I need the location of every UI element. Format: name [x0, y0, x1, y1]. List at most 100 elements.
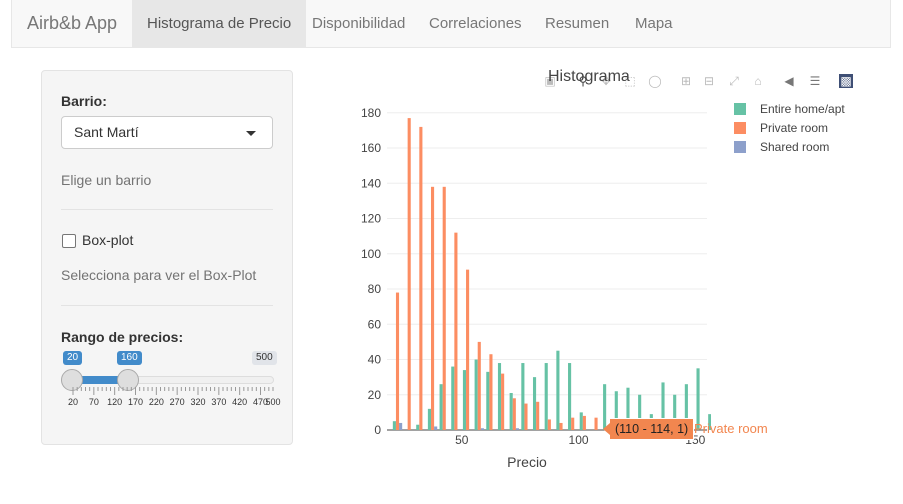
- plotly-logo-icon[interactable]: ▩: [839, 74, 853, 88]
- bar-shared-room: [399, 422, 403, 430]
- bar-entire-home-apt: [579, 412, 583, 430]
- range-from-badge: 20: [63, 351, 83, 365]
- x-axis-title: Precio: [507, 454, 547, 470]
- bar-entire-home-apt: [544, 363, 548, 430]
- tab-resumen[interactable]: Resumen: [530, 0, 624, 48]
- slider-ticks: [72, 387, 274, 395]
- legend-label: Shared room: [760, 140, 830, 154]
- bar-private-room: [571, 417, 575, 430]
- legend-swatch: [734, 141, 746, 153]
- bar-shared-room: [434, 426, 438, 430]
- chevron-down-icon: [246, 131, 256, 136]
- barrio-help-text: Elige un barrio: [61, 172, 152, 188]
- slider-tick-label: 220: [148, 397, 164, 407]
- range-label: Rango de precios:: [61, 329, 184, 345]
- tab-mapa[interactable]: Mapa: [620, 0, 688, 48]
- barrio-select[interactable]: Sant Martí: [61, 116, 273, 149]
- y-tick-label: 20: [368, 388, 382, 402]
- y-tick-label: 40: [368, 353, 382, 367]
- bar-entire-home-apt: [427, 408, 431, 430]
- bar-private-room: [559, 422, 563, 430]
- bar-private-room: [512, 398, 516, 430]
- home-icon[interactable]: ⌂: [751, 74, 765, 88]
- bar-entire-home-apt: [521, 363, 525, 430]
- legend-label: Entire home/apt: [760, 102, 845, 116]
- zoom-out-icon[interactable]: ⊟: [702, 74, 716, 88]
- compare-icon[interactable]: ☰: [808, 74, 822, 88]
- bar-entire-home-apt: [462, 370, 467, 430]
- y-tick-label: 0: [374, 423, 381, 437]
- slider-tick-label: 70: [88, 397, 99, 407]
- x-tick-label: 50: [455, 433, 469, 447]
- bar-private-room: [501, 373, 505, 430]
- bar-private-room: [524, 403, 528, 430]
- slider-tick-label: 270: [169, 397, 185, 407]
- bar-entire-home-apt: [392, 421, 396, 430]
- bar-private-room: [536, 401, 540, 430]
- legend-swatch: [734, 122, 746, 134]
- bar-private-room: [395, 292, 400, 430]
- range-max-badge: 500: [252, 351, 277, 365]
- boxplot-label[interactable]: Box-plot: [82, 232, 133, 248]
- range-to-badge: 160: [117, 351, 142, 365]
- slider-tick-label: 20: [67, 397, 79, 407]
- bar-entire-home-apt: [439, 384, 443, 430]
- bar-private-room: [419, 126, 423, 430]
- spike-lines-icon[interactable]: ◀: [782, 74, 796, 88]
- slider-tick-label: 170: [127, 397, 144, 407]
- slider-tick-label: 120: [107, 397, 123, 407]
- bar-entire-home-apt: [532, 377, 537, 430]
- barrio-selected-value: Sant Martí: [74, 124, 139, 140]
- bar-private-room: [407, 118, 411, 431]
- slider-tick-label: 500: [265, 397, 281, 407]
- legend-label: Private room: [760, 121, 829, 135]
- bar-entire-home-apt: [556, 350, 560, 430]
- y-tick-label: 140: [361, 176, 381, 190]
- bar-private-room: [430, 186, 435, 430]
- bar-entire-home-apt: [509, 392, 513, 430]
- y-tick-label: 100: [361, 247, 381, 261]
- app-brand[interactable]: Airb&b App: [27, 13, 117, 34]
- bar-shared-room: [515, 428, 519, 430]
- bar-private-room: [594, 417, 598, 430]
- tab-disponibilidad[interactable]: Disponibilidad: [297, 0, 420, 48]
- legend-swatch: [734, 103, 746, 115]
- bar-entire-home-apt: [416, 424, 420, 430]
- y-tick-label: 80: [368, 282, 382, 296]
- slider-tick-label: 320: [190, 397, 206, 407]
- barrio-label: Barrio:: [61, 93, 107, 109]
- slider-tick-label: 420: [232, 397, 248, 407]
- boxplot-checkbox[interactable]: [62, 234, 76, 248]
- slider-tick-label: 370: [211, 397, 227, 407]
- sidebar-panel: Barrio: Sant Martí Elige un barrio Box-p…: [41, 70, 293, 445]
- bar-private-room: [466, 269, 470, 430]
- y-tick-label: 160: [361, 141, 381, 155]
- hover-tooltip-series: Private room: [694, 421, 768, 436]
- bar-private-room: [454, 232, 458, 430]
- boxplot-help-text: Selecciona para ver el Box-Plot: [61, 267, 257, 283]
- tab-correlaciones[interactable]: Correlaciones: [414, 0, 537, 48]
- bar-private-room: [477, 341, 481, 430]
- x-tick-label: 100: [569, 433, 589, 447]
- autoscale-icon[interactable]: ⤢: [727, 74, 741, 88]
- navbar: Airb&b App Histograma de Precio Disponib…: [11, 0, 891, 48]
- hover-tooltip: (110 - 114, 1): [602, 418, 695, 440]
- bar-private-room: [547, 419, 551, 430]
- bar-entire-home-apt: [474, 359, 478, 430]
- lasso-icon[interactable]: ◯: [648, 74, 662, 88]
- bar-private-room: [442, 186, 446, 430]
- plot-title: Histograma: [548, 68, 630, 85]
- bar-entire-home-apt: [486, 371, 490, 430]
- bar-entire-home-apt: [568, 363, 572, 430]
- divider: [61, 209, 273, 210]
- tab-histograma[interactable]: Histograma de Precio: [132, 0, 307, 48]
- bar-entire-home-apt: [497, 363, 502, 430]
- y-tick-label: 120: [361, 212, 381, 226]
- zoom-in-icon[interactable]: ⊞: [679, 74, 693, 88]
- bar-private-room: [489, 354, 493, 430]
- bar-entire-home-apt: [451, 366, 455, 430]
- y-tick-label: 180: [361, 106, 381, 120]
- bar-shared-room: [480, 428, 484, 430]
- divider: [61, 305, 273, 306]
- y-tick-label: 60: [368, 317, 382, 331]
